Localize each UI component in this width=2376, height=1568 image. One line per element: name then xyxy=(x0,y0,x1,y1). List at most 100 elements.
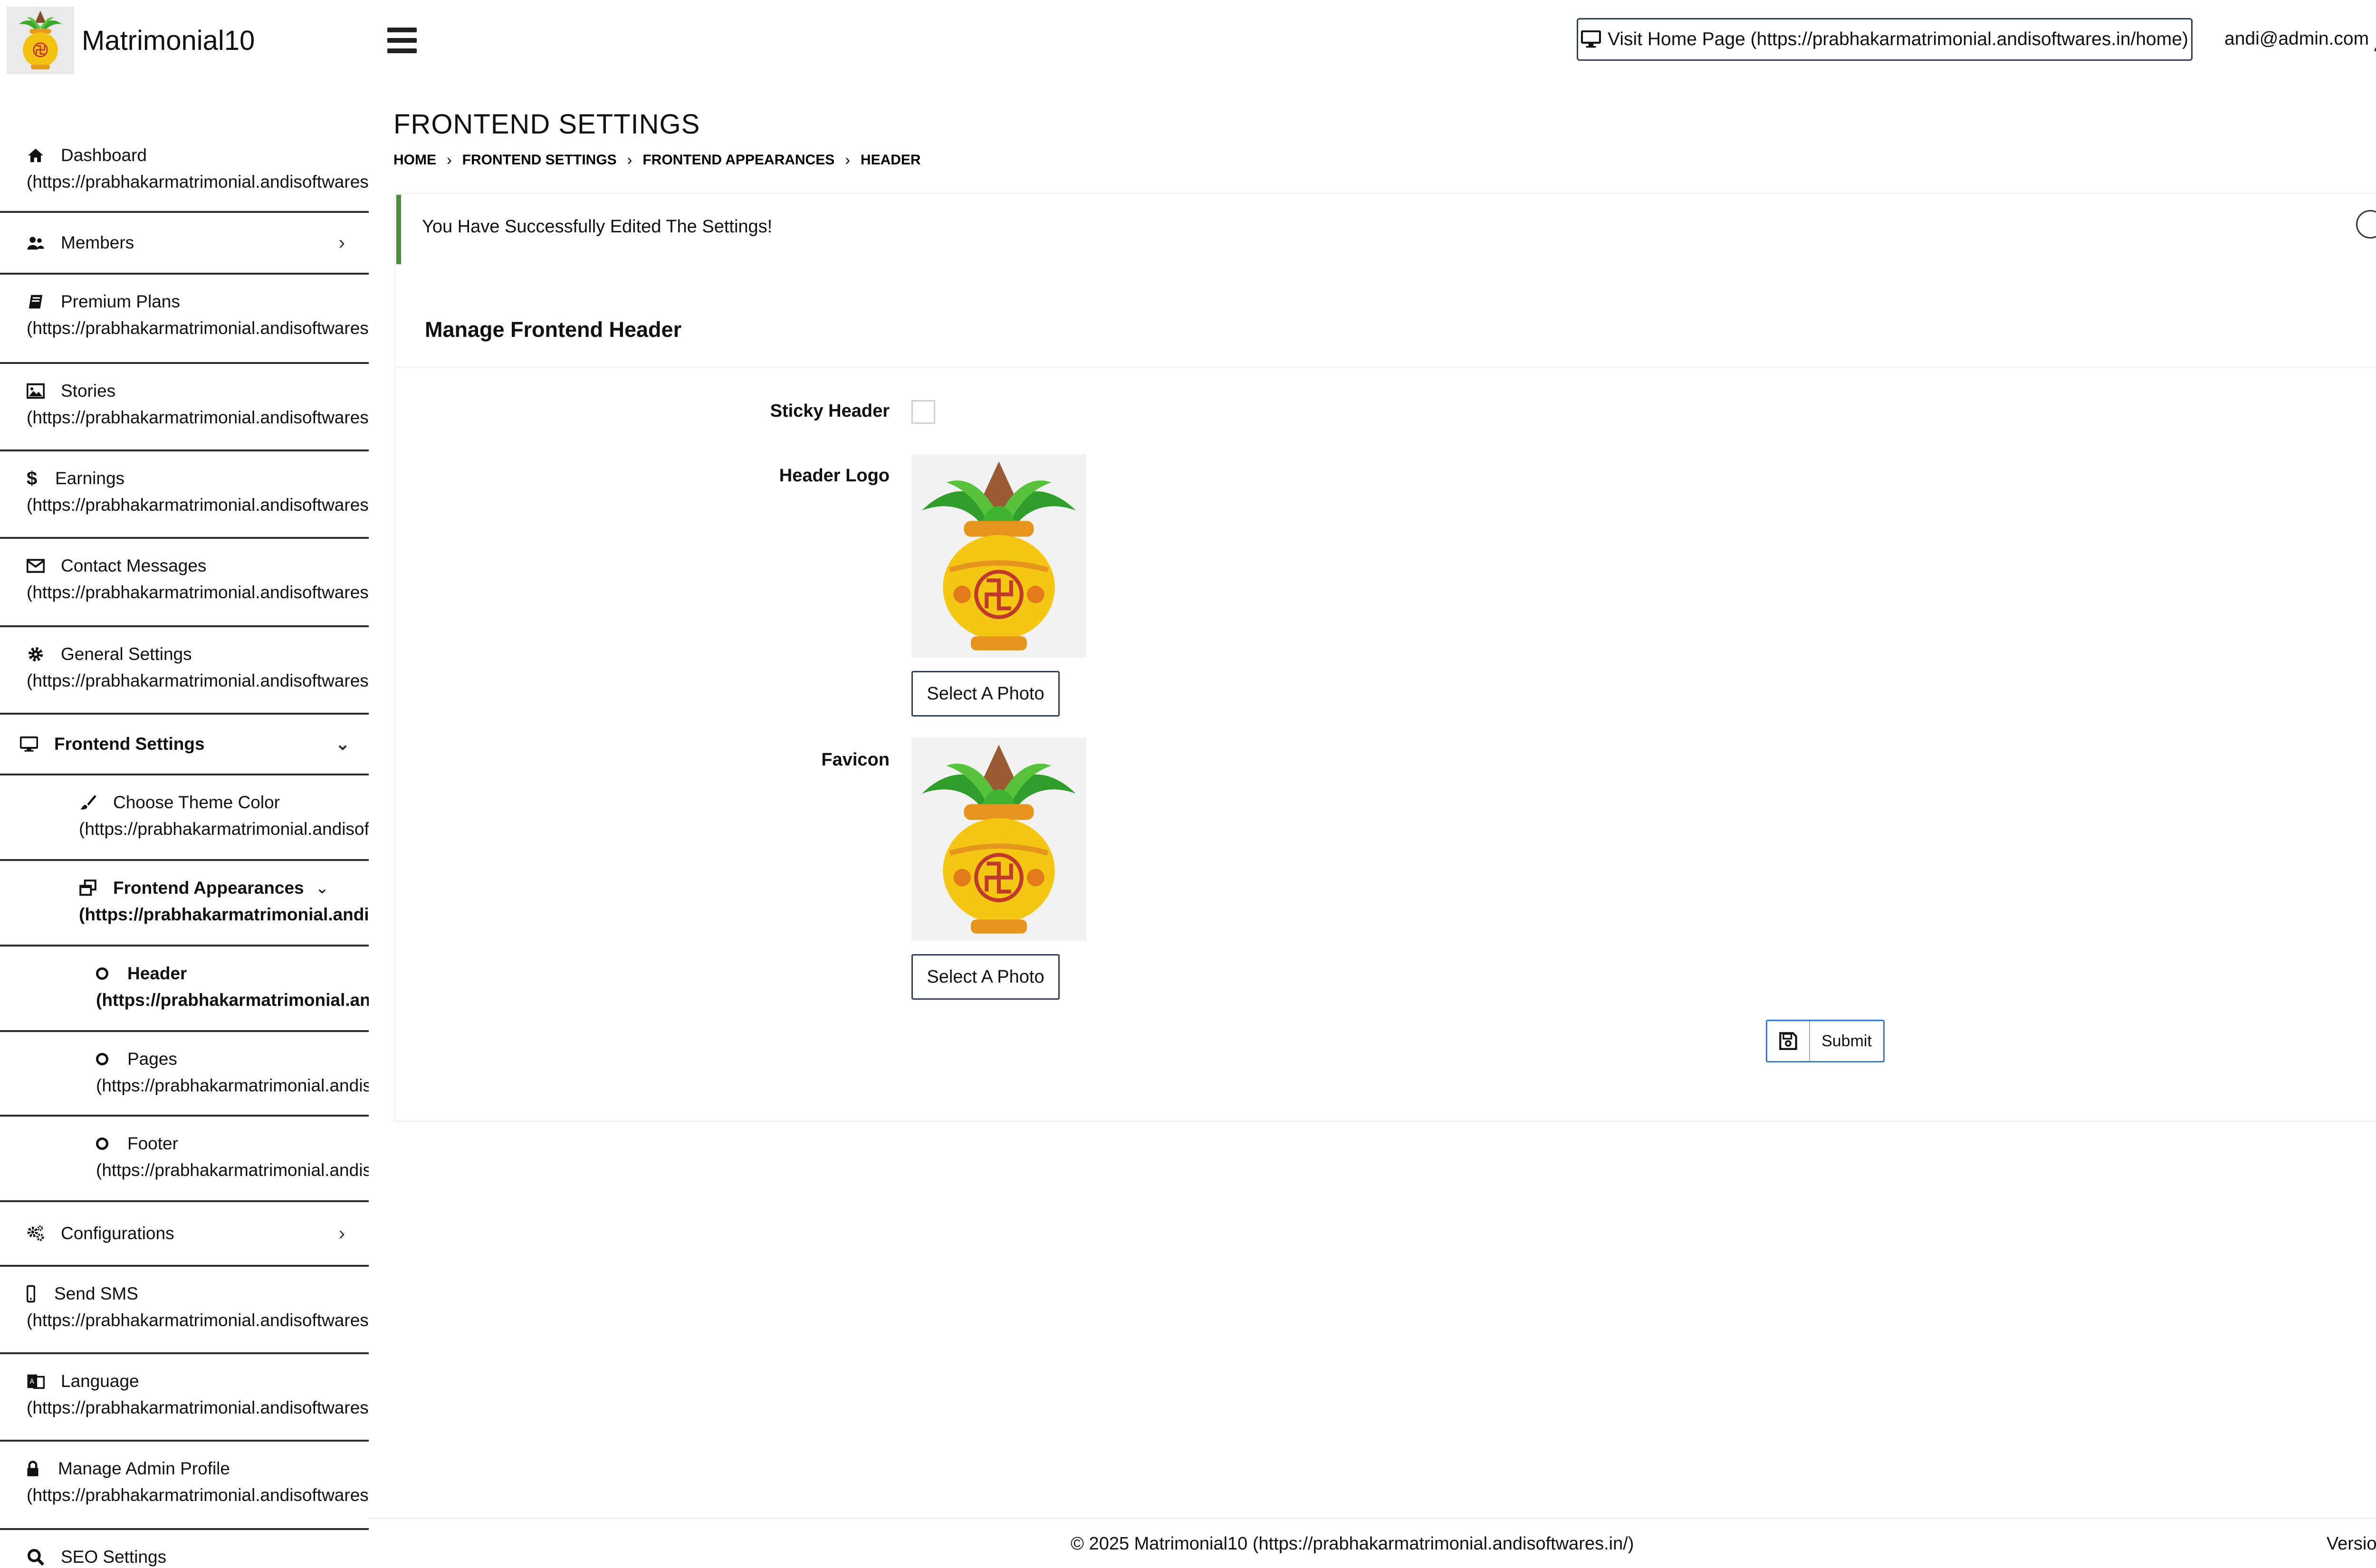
chevron-right-icon: › xyxy=(338,232,345,253)
form-title: Manage Frontend Header xyxy=(425,317,682,342)
sidebar-item-url: (https://prabhakarmatrimonial.andisoftwa… xyxy=(27,408,369,427)
visit-home-page-label: Visit Home Page (https://prabhakarmatrim… xyxy=(1608,29,2188,49)
sidebar-item-url: (https://prabhakarmatrimonial.andisoftwa… xyxy=(27,1310,369,1330)
breadcrumb-home[interactable]: HOME xyxy=(393,152,436,168)
sidebar-item-label: Stories xyxy=(61,381,116,401)
sidebar-item-manage-admin-profile[interactable]: Manage Admin Profile (https://prabhakarm… xyxy=(0,1442,369,1530)
breadcrumb-frontend-appearances[interactable]: FRONTEND APPEARANCES xyxy=(642,152,834,168)
sidebar-item-label: SEO Settings xyxy=(61,1547,167,1567)
chevron-right-icon: › xyxy=(845,151,850,168)
sidebar-item-seo-settings[interactable]: SEO Settings xyxy=(0,1530,369,1568)
sidebar-item-premium-plans[interactable]: Premium Plans (https://prabhakarmatrimon… xyxy=(0,275,369,364)
paint-brush-icon xyxy=(79,794,97,812)
sidebar-item-label: Members xyxy=(61,233,134,252)
chevron-right-icon: › xyxy=(627,151,632,168)
sidebar-item-label: Earnings xyxy=(55,468,125,488)
sidebar-item-label: Language xyxy=(61,1371,139,1391)
sidebar-item-frontend-settings[interactable]: Frontend Settings ⌄ xyxy=(0,715,369,775)
sidebar-item-url: (https://prabhakarmatrimonial.andisoftwa… xyxy=(79,905,369,924)
sidebar-item-members[interactable]: Members › xyxy=(0,213,369,275)
sidebar-item-label: Send SMS xyxy=(54,1284,138,1303)
settings-card xyxy=(394,193,2376,1122)
sidebar-item-header[interactable]: Header (https://prabhakarmatrimonial.and… xyxy=(0,947,369,1032)
sidebar-item-label: Choose Theme Color xyxy=(113,793,280,812)
brand-name[interactable]: Matrimonial10 xyxy=(82,25,255,57)
monitor-icon xyxy=(20,735,38,753)
footer-copyright[interactable]: © 2025 Matrimonial10 (https://prabhakarm… xyxy=(1071,1534,1634,1554)
sidebar-item-label: Manage Admin Profile xyxy=(58,1459,230,1478)
sidebar-item-label: Frontend Appearances xyxy=(113,878,304,898)
sidebar-item-label: Contact Messages xyxy=(61,556,207,575)
sidebar-item-general-settings[interactable]: General Settings (https://prabhakarmatri… xyxy=(0,627,369,715)
sidebar-item-label: Premium Plans xyxy=(61,292,180,311)
menu-toggle-icon[interactable] xyxy=(387,28,417,53)
chevron-down-icon: ⌄ xyxy=(315,879,329,897)
sidebar-item-url: (https://prabhakarmatrimonial.andisoftwa… xyxy=(27,318,369,338)
brand-logo[interactable] xyxy=(7,7,74,74)
sidebar-item-url: (https://prabhakarmatrimonial.andisoftwa… xyxy=(96,1160,369,1180)
image-icon xyxy=(27,382,45,400)
home-icon xyxy=(27,146,45,164)
sidebar: Dashboard (https://prabhakarmatrimonial.… xyxy=(0,128,369,1568)
divider xyxy=(396,367,2376,368)
select-favicon-button[interactable]: Select A Photo xyxy=(911,954,1060,1000)
breadcrumb-header: HEADER xyxy=(860,152,921,168)
language-icon: A xyxy=(27,1372,45,1390)
save-icon xyxy=(1767,1021,1810,1061)
sidebar-item-contact-messages[interactable]: Contact Messages (https://prabhakarmatri… xyxy=(0,539,369,627)
book-icon xyxy=(27,293,45,311)
submit-button[interactable]: Submit xyxy=(1766,1020,1885,1062)
sidebar-item-label: Configurations xyxy=(61,1224,174,1243)
sidebar-item-configurations[interactable]: Configurations › xyxy=(0,1202,369,1267)
envelope-icon xyxy=(27,557,45,575)
footer-divider xyxy=(369,1518,2376,1519)
footer-version: Version 1.8 xyxy=(2326,1534,2376,1554)
sidebar-item-frontend-appearances[interactable]: Frontend Appearances ⌄ (https://prabhaka… xyxy=(0,861,369,947)
gear-icon xyxy=(27,645,45,663)
page-title: FRONTEND SETTINGS xyxy=(393,109,700,140)
breadcrumb-frontend-settings[interactable]: FRONTEND SETTINGS xyxy=(462,152,617,168)
sidebar-item-url: (https://prabhakarmatrimonial.andisoftwa… xyxy=(27,1485,369,1505)
chevron-right-icon: › xyxy=(338,1223,345,1244)
sidebar-item-label: Header xyxy=(127,964,187,983)
favicon-label: Favicon xyxy=(821,750,890,770)
header-logo-label: Header Logo xyxy=(779,466,890,486)
sidebar-item-label: General Settings xyxy=(61,644,192,664)
dollar-icon: $ xyxy=(27,468,38,489)
sidebar-item-url: (https://prabhakarmatrimonial.andisoftwa… xyxy=(96,990,369,1010)
sidebar-item-url: (https://prabhakarmatrimonial.andisoftwa… xyxy=(27,1398,369,1417)
sidebar-item-earnings[interactable]: $ Earnings (https://prabhakarmatrimonial… xyxy=(0,451,369,539)
monitor-icon xyxy=(1581,30,1601,48)
user-email[interactable]: andi@admin.com xyxy=(2224,29,2369,49)
lock-icon xyxy=(27,1460,39,1478)
sidebar-item-send-sms[interactable]: Send SMS (https://prabhakarmatrimonial.a… xyxy=(0,1267,369,1354)
circle-icon xyxy=(96,967,108,980)
sidebar-item-choose-theme-color[interactable]: Choose Theme Color (https://prabhakarmat… xyxy=(0,775,369,861)
sidebar-item-label: Dashboard xyxy=(61,145,147,165)
sidebar-item-language[interactable]: A Language (https://prabhakarmatrimonial… xyxy=(0,1354,369,1442)
sidebar-item-label: Pages xyxy=(127,1049,177,1069)
circle-icon xyxy=(96,1138,108,1150)
sidebar-item-label: Frontend Settings xyxy=(54,734,205,754)
chevron-right-icon: › xyxy=(447,151,452,168)
windows-icon xyxy=(79,879,97,897)
breadcrumb: HOME › FRONTEND SETTINGS › FRONTEND APPE… xyxy=(393,151,921,169)
circle-icon xyxy=(96,1053,108,1065)
sidebar-item-dashboard[interactable]: Dashboard (https://prabhakarmatrimonial.… xyxy=(0,128,369,213)
sidebar-item-footer[interactable]: Footer (https://prabhakarmatrimonial.and… xyxy=(0,1117,369,1202)
sidebar-item-pages[interactable]: Pages (https://prabhakarmatrimonial.andi… xyxy=(0,1032,369,1117)
mobile-icon xyxy=(27,1285,35,1303)
user-icon[interactable] xyxy=(2373,24,2376,52)
sidebar-item-url: (https://prabhakarmatrimonial.andisoftwa… xyxy=(27,495,369,515)
sidebar-item-url: (https://prabhakarmatrimonial.andisoftwa… xyxy=(79,819,369,839)
sticky-header-checkbox[interactable] xyxy=(911,400,935,424)
top-header: Matrimonial10 Visit Home Page (https://p… xyxy=(0,0,2376,81)
sidebar-item-url: (https://prabhakarmatrimonial.andisoftwa… xyxy=(27,671,369,690)
search-icon xyxy=(27,1548,45,1566)
chevron-down-icon: ⌄ xyxy=(335,734,350,754)
sidebar-item-stories[interactable]: Stories (https://prabhakarmatrimonial.an… xyxy=(0,364,369,451)
select-header-logo-button[interactable]: Select A Photo xyxy=(911,671,1060,717)
sidebar-item-url: (https://prabhakarmatrimonial.andisoftwa… xyxy=(96,1076,369,1095)
visit-home-page-button[interactable]: Visit Home Page (https://prabhakarmatrim… xyxy=(1577,18,2193,61)
sidebar-item-label: Footer xyxy=(127,1134,178,1153)
